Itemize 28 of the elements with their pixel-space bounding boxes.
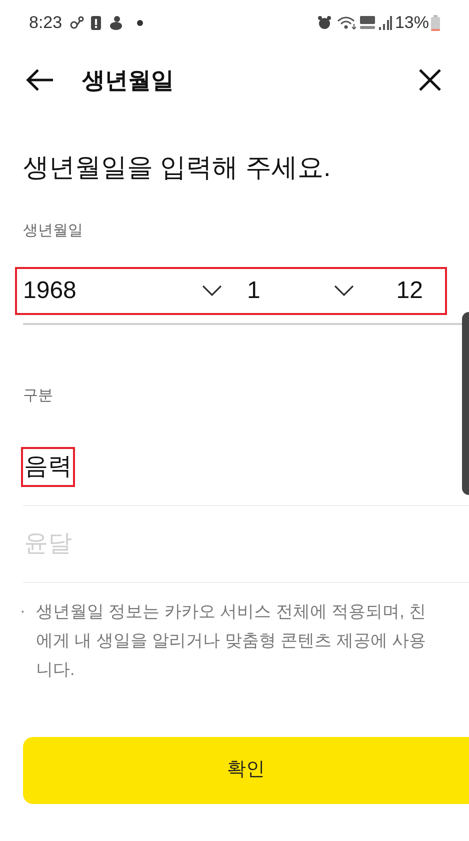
chevron-down-icon [202,285,222,296]
note-line: 생년월일 정보는 카카오 서비스 전체에 적용되며, 친 [36,601,426,623]
wifi-icon [336,16,357,30]
type-option[interactable]: 음력 [23,449,73,485]
chevron-down-icon [334,285,354,296]
signal-icon [378,16,392,30]
bullet: · [20,602,26,622]
hd-voice-icon [360,16,375,29]
note-line: 니다. [36,659,75,681]
alert-icon [91,15,102,30]
page-heading: 생년월일을 입력해 주세요. [23,151,332,184]
day-select[interactable]: 12 [396,272,423,308]
note-line: 에게 내 생일을 알리거나 맞춤형 콘텐츠 제공에 사용 [36,630,426,652]
battery-percent: 13% [394,12,429,34]
close-icon[interactable] [419,69,441,91]
field-label: 구분 [23,386,53,406]
month-select[interactable]: 1 [247,272,334,308]
battery-icon [431,14,440,30]
dot-icon [137,20,144,26]
confirm-button[interactable]: 확인 [23,737,469,804]
figure-icon [110,16,122,30]
alarm-icon [318,16,331,30]
header-title: 생년월일 [82,66,174,95]
field-label: 생년월일 [23,221,83,241]
year-select[interactable]: 1968 [23,272,202,308]
back-arrow-icon[interactable] [26,68,54,92]
status-time: 8:23 [29,12,62,34]
link-icon [70,16,84,30]
